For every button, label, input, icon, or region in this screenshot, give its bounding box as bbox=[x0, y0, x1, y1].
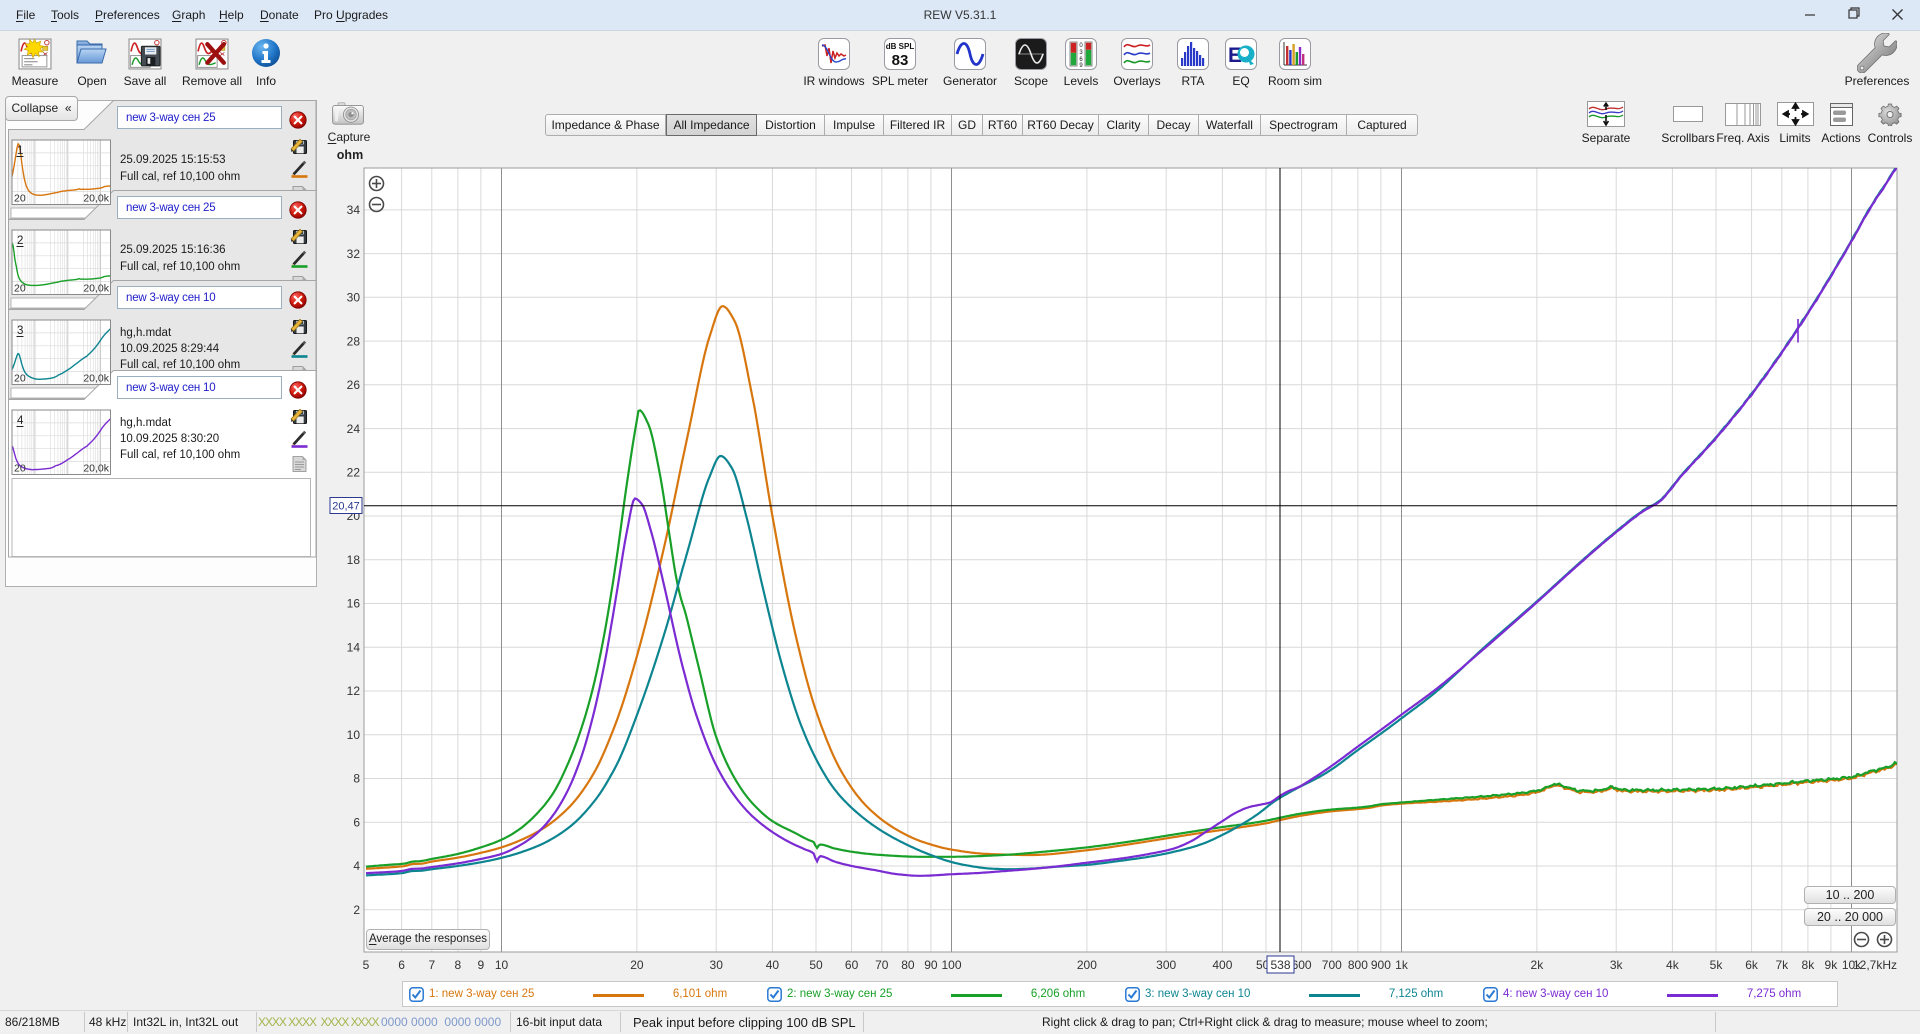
svg-text:7: 7 bbox=[428, 958, 435, 972]
svg-text:40: 40 bbox=[766, 958, 780, 972]
svg-text:538: 538 bbox=[1270, 958, 1290, 972]
svg-text:6: 6 bbox=[398, 958, 405, 972]
svg-text:20,47: 20,47 bbox=[332, 501, 360, 513]
svg-text:200: 200 bbox=[1077, 958, 1097, 972]
svg-text:90: 90 bbox=[924, 958, 938, 972]
svg-text:16: 16 bbox=[347, 597, 361, 611]
svg-text:9: 9 bbox=[478, 958, 485, 972]
svg-text:10: 10 bbox=[347, 728, 361, 742]
svg-text:dB SPL: dB SPL bbox=[886, 42, 915, 51]
svg-text:8: 8 bbox=[353, 772, 360, 786]
svg-text:20: 20 bbox=[14, 193, 26, 205]
svg-text:20: 20 bbox=[14, 463, 26, 475]
svg-text:1: 1 bbox=[17, 145, 23, 157]
svg-text:32: 32 bbox=[347, 247, 361, 261]
svg-text:70: 70 bbox=[875, 958, 889, 972]
svg-text:14: 14 bbox=[347, 641, 361, 655]
svg-text:20,0k: 20,0k bbox=[83, 283, 109, 295]
svg-text:60: 60 bbox=[845, 958, 859, 972]
svg-text:34: 34 bbox=[347, 203, 361, 217]
svg-text:20,0k: 20,0k bbox=[83, 193, 109, 205]
svg-text:26: 26 bbox=[347, 378, 361, 392]
svg-text:30: 30 bbox=[347, 291, 361, 305]
svg-text:83: 83 bbox=[892, 52, 909, 69]
svg-text:30: 30 bbox=[710, 958, 724, 972]
svg-text:6: 6 bbox=[353, 815, 360, 829]
svg-text:800: 800 bbox=[1348, 958, 1368, 972]
svg-text:300: 300 bbox=[1156, 958, 1176, 972]
svg-text:3k: 3k bbox=[1610, 958, 1624, 972]
svg-text:12,7kHz: 12,7kHz bbox=[1853, 958, 1897, 972]
svg-text:400: 400 bbox=[1212, 958, 1232, 972]
svg-text:4k: 4k bbox=[1666, 958, 1680, 972]
svg-text:20: 20 bbox=[630, 958, 644, 972]
svg-text:600: 600 bbox=[1292, 958, 1312, 972]
svg-text:12: 12 bbox=[347, 684, 361, 698]
svg-text:20,0k: 20,0k bbox=[83, 463, 109, 475]
svg-text:80: 80 bbox=[901, 958, 915, 972]
svg-text:28: 28 bbox=[347, 334, 361, 348]
svg-text:2: 2 bbox=[17, 235, 23, 247]
svg-text:20,0k: 20,0k bbox=[83, 373, 109, 385]
svg-text:18: 18 bbox=[347, 553, 361, 567]
svg-text:2: 2 bbox=[353, 903, 360, 917]
svg-text:700: 700 bbox=[1322, 958, 1342, 972]
svg-text:20: 20 bbox=[14, 373, 26, 385]
svg-text:4: 4 bbox=[17, 415, 24, 427]
svg-text:5: 5 bbox=[363, 958, 370, 972]
svg-text:22: 22 bbox=[347, 466, 361, 480]
svg-text:7k: 7k bbox=[1775, 958, 1789, 972]
svg-text:2k: 2k bbox=[1531, 958, 1545, 972]
svg-text:4: 4 bbox=[353, 859, 360, 873]
svg-text:8: 8 bbox=[455, 958, 462, 972]
svg-text:6k: 6k bbox=[1745, 958, 1759, 972]
svg-text:24: 24 bbox=[347, 422, 361, 436]
svg-text:20: 20 bbox=[14, 283, 26, 295]
svg-text:5k: 5k bbox=[1710, 958, 1724, 972]
svg-text:8k: 8k bbox=[1802, 958, 1816, 972]
svg-text:3: 3 bbox=[17, 325, 23, 337]
svg-text:10: 10 bbox=[495, 958, 509, 972]
svg-text:100: 100 bbox=[941, 958, 961, 972]
svg-text:900: 900 bbox=[1371, 958, 1391, 972]
svg-text:50: 50 bbox=[809, 958, 823, 972]
svg-text:1k: 1k bbox=[1395, 958, 1409, 972]
svg-text:9k: 9k bbox=[1825, 958, 1839, 972]
